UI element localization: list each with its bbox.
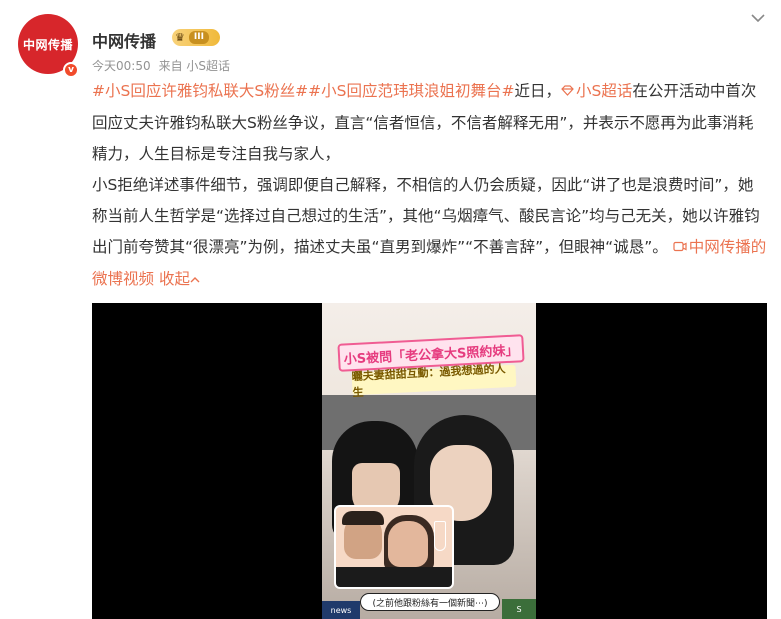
crown-icon: ♛ (175, 31, 185, 44)
vip-badge[interactable]: ♛ III (172, 29, 220, 46)
text-1: 近日， (514, 82, 561, 100)
post-meta: 今天00:50 来自 小S超话 (92, 57, 230, 74)
post-time[interactable]: 今天00:50 (92, 59, 151, 73)
paragraph-2-text: 小S拒绝详述事件细节，强调即便自己解释，不相信的人仍会质疑，因此“讲了也是浪费时… (92, 176, 760, 256)
paragraph-1: #小S回应许雅钧私联大S粉丝##小S回应范玮琪浪姐初舞台#近日， 小S超话在公开活… (92, 76, 767, 170)
collapse-button[interactable]: 收起 (159, 270, 202, 288)
avatar-text: 中网传播 (22, 37, 73, 52)
video-inset-photo (334, 505, 454, 589)
mention-label: 小S超话 (576, 82, 633, 100)
diamond-icon (561, 77, 574, 108)
video-title-line-2: 曬夫妻甜甜互動：過我想過的人生 (351, 362, 517, 399)
channel-logo-right: S (502, 599, 536, 619)
channel-logo-left: news (322, 601, 360, 619)
post-source[interactable]: 来自 小S超话 (159, 59, 230, 73)
chevron-up-icon (190, 265, 200, 296)
verified-badge-icon: v (63, 62, 79, 78)
hashtag-1[interactable]: #小S回应许雅钧私联大S粉丝# (92, 82, 308, 100)
video-frame: 小S被問「老公拿大S照約妹」 曬夫妻甜甜互動：過我想過的人生 news S (之… (322, 303, 536, 619)
video-icon (673, 233, 687, 264)
vip-level: III (188, 31, 209, 44)
author-name[interactable]: 中网传播 (92, 28, 156, 52)
chevron-down-icon[interactable] (748, 10, 768, 26)
video-caption: (之前他跟粉絲有一個新聞⋯) (360, 593, 500, 611)
video-player[interactable]: 小S被問「老公拿大S照約妹」 曬夫妻甜甜互動：過我想過的人生 news S (之… (92, 303, 767, 619)
hashtag-2[interactable]: #小S回应范玮琪浪姐初舞台# (308, 82, 514, 100)
post-content: #小S回应许雅钧私联大S粉丝##小S回应范玮琪浪姐初舞台#近日， 小S超话在公开活… (92, 76, 767, 296)
collapse-label: 收起 (158, 270, 190, 288)
super-topic-link[interactable]: 小S超话 (561, 82, 632, 100)
paragraph-2: 小S拒绝详述事件细节，强调即便自己解释，不相信的人仍会质疑，因此“讲了也是浪费时… (92, 170, 767, 296)
